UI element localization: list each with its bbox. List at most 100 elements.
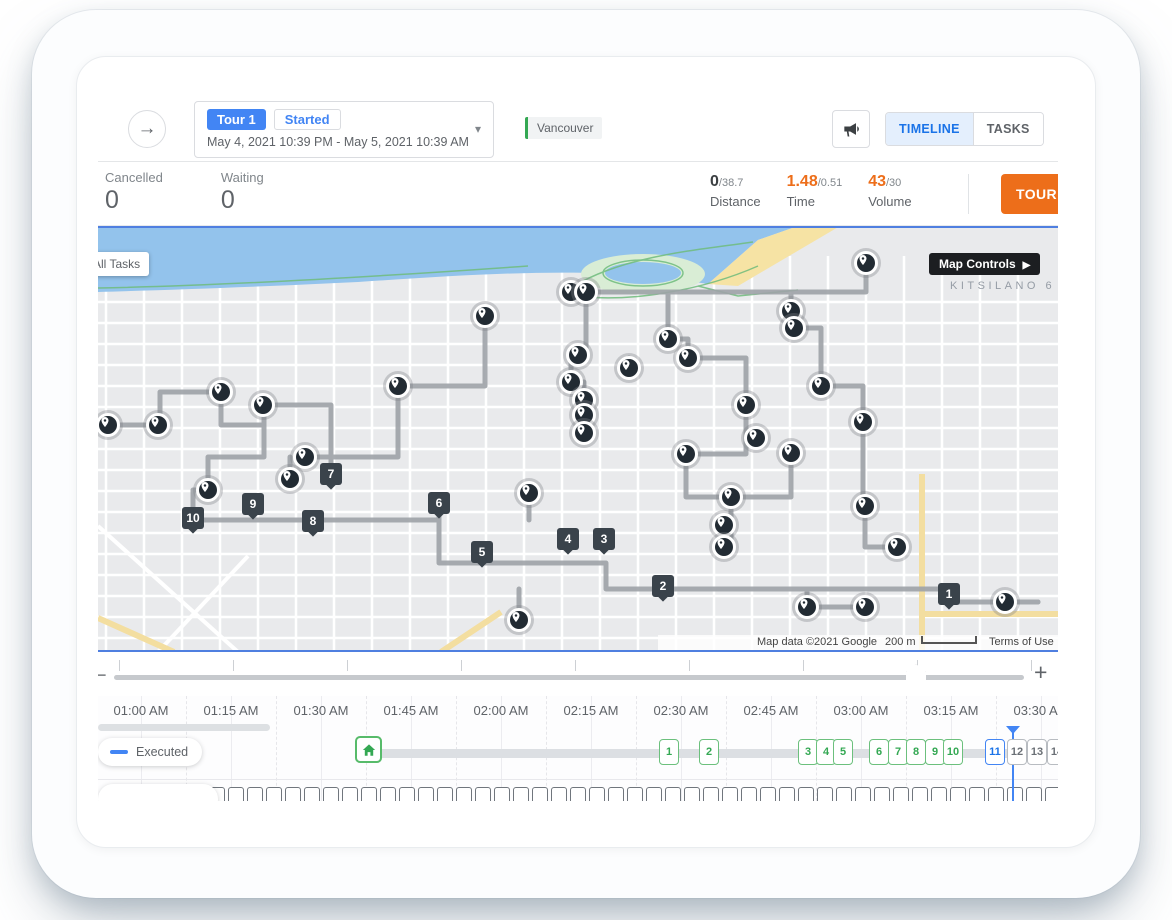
planned-task-box[interactable] bbox=[950, 787, 966, 801]
stop-marker-7[interactable]: 7 bbox=[320, 463, 342, 485]
timeline-stop-3[interactable]: 3 bbox=[798, 739, 818, 765]
planned-task-box[interactable] bbox=[817, 787, 833, 801]
task-marker-pin[interactable] bbox=[719, 485, 743, 509]
planned-task-box[interactable] bbox=[760, 787, 776, 801]
planned-task-box[interactable] bbox=[969, 787, 985, 801]
planned-task-box[interactable] bbox=[1026, 787, 1042, 801]
task-marker-pin[interactable] bbox=[885, 535, 909, 559]
map-canvas[interactable]: All Tasks Map Controls▶ KITSILANO 6 1234… bbox=[98, 226, 1058, 652]
depot-start-marker[interactable] bbox=[355, 736, 382, 763]
timeline-scrollbar[interactable] bbox=[98, 724, 270, 731]
planned-task-box[interactable] bbox=[456, 787, 472, 801]
task-marker-pin[interactable] bbox=[676, 346, 700, 370]
timeline-stop-6[interactable]: 6 bbox=[869, 739, 889, 765]
task-marker-pin[interactable] bbox=[779, 441, 803, 465]
planned-task-box[interactable] bbox=[703, 787, 719, 801]
task-marker-pin[interactable] bbox=[744, 426, 768, 450]
all-tasks-pill[interactable]: All Tasks bbox=[98, 252, 149, 276]
timeline-stop-13[interactable]: 13 bbox=[1027, 739, 1047, 765]
zoom-slider-track[interactable] bbox=[114, 675, 1024, 680]
task-marker-pin[interactable] bbox=[734, 393, 758, 417]
timeline-stop-10[interactable]: 10 bbox=[943, 739, 963, 765]
stop-marker-4[interactable]: 4 bbox=[557, 528, 579, 550]
planned-task-box[interactable] bbox=[741, 787, 757, 801]
task-marker-pin[interactable] bbox=[574, 280, 598, 304]
planned-task-box[interactable] bbox=[589, 787, 605, 801]
task-marker-pin[interactable] bbox=[386, 374, 410, 398]
planned-task-box[interactable] bbox=[437, 787, 453, 801]
task-marker-pin[interactable] bbox=[809, 374, 833, 398]
timeline-stop-2[interactable]: 2 bbox=[699, 739, 719, 765]
stop-marker-10[interactable]: 10 bbox=[182, 507, 204, 529]
task-marker-pin[interactable] bbox=[712, 535, 736, 559]
tab-timeline[interactable]: TIMELINE bbox=[886, 113, 973, 145]
tour-action-button[interactable]: TOUR bbox=[1001, 174, 1058, 214]
task-marker-pin[interactable] bbox=[853, 494, 877, 518]
terms-link[interactable]: Terms of Use bbox=[989, 636, 1054, 648]
planned-task-box[interactable] bbox=[874, 787, 890, 801]
task-marker-pin[interactable] bbox=[993, 590, 1017, 614]
planned-task-box[interactable] bbox=[798, 787, 814, 801]
task-marker-pin[interactable] bbox=[146, 413, 170, 437]
task-marker-pin[interactable] bbox=[517, 481, 541, 505]
tour-selector[interactable]: Tour 1 Started May 4, 2021 10:39 PM - Ma… bbox=[194, 101, 494, 158]
task-marker-pin[interactable] bbox=[293, 445, 317, 469]
planned-task-box[interactable] bbox=[551, 787, 567, 801]
planned-task-box[interactable] bbox=[399, 787, 415, 801]
zoom-out-button[interactable]: − bbox=[98, 665, 107, 686]
planned-task-box[interactable] bbox=[361, 787, 377, 801]
tab-tasks[interactable]: TASKS bbox=[973, 113, 1043, 145]
task-marker-pin[interactable] bbox=[853, 595, 877, 619]
planned-task-box[interactable] bbox=[722, 787, 738, 801]
planned-task-box[interactable] bbox=[418, 787, 434, 801]
timeline-stop-8[interactable]: 8 bbox=[906, 739, 926, 765]
planned-task-box[interactable] bbox=[494, 787, 510, 801]
depot-city-tag[interactable]: Vancouver bbox=[525, 117, 602, 139]
task-marker-pin[interactable] bbox=[572, 421, 596, 445]
task-marker-pin[interactable] bbox=[782, 316, 806, 340]
task-marker-pin[interactable] bbox=[196, 478, 220, 502]
stop-marker-8[interactable]: 8 bbox=[302, 510, 324, 532]
planned-task-box[interactable] bbox=[570, 787, 586, 801]
planned-task-box[interactable] bbox=[608, 787, 624, 801]
task-marker-pin[interactable] bbox=[566, 343, 590, 367]
task-marker-pin[interactable] bbox=[712, 513, 736, 537]
timeline-stop-12[interactable]: 12 bbox=[1007, 739, 1027, 765]
planned-task-box[interactable] bbox=[627, 787, 643, 801]
map-controls-button[interactable]: Map Controls▶ bbox=[929, 253, 1040, 275]
planned-task-box[interactable] bbox=[665, 787, 681, 801]
task-marker-pin[interactable] bbox=[507, 608, 531, 632]
back-button[interactable]: → bbox=[128, 110, 166, 148]
task-marker-pin[interactable] bbox=[209, 380, 233, 404]
stop-marker-3[interactable]: 3 bbox=[593, 528, 615, 550]
planned-task-box[interactable] bbox=[342, 787, 358, 801]
stop-marker-5[interactable]: 5 bbox=[471, 541, 493, 563]
timeline-stop-1[interactable]: 1 bbox=[659, 739, 679, 765]
task-marker-pin[interactable] bbox=[795, 595, 819, 619]
task-marker-pin[interactable] bbox=[278, 467, 302, 491]
stop-marker-6[interactable]: 6 bbox=[428, 492, 450, 514]
task-marker-pin[interactable] bbox=[674, 442, 698, 466]
planned-task-box[interactable] bbox=[513, 787, 529, 801]
planned-task-box[interactable] bbox=[684, 787, 700, 801]
task-marker-pin[interactable] bbox=[617, 356, 641, 380]
stop-marker-2[interactable]: 2 bbox=[652, 575, 674, 597]
planned-task-box[interactable] bbox=[912, 787, 928, 801]
planned-task-box[interactable] bbox=[285, 787, 301, 801]
planned-task-box[interactable] bbox=[931, 787, 947, 801]
timeline-stop-14[interactable]: 14 bbox=[1047, 739, 1058, 765]
planned-task-box[interactable] bbox=[855, 787, 871, 801]
task-marker-pin[interactable] bbox=[251, 393, 275, 417]
timeline-stop-5[interactable]: 5 bbox=[833, 739, 853, 765]
planned-task-box[interactable] bbox=[247, 787, 263, 801]
task-marker-pin[interactable] bbox=[656, 327, 680, 351]
timeline-stop-9[interactable]: 9 bbox=[925, 739, 945, 765]
timeline-stop-7[interactable]: 7 bbox=[888, 739, 908, 765]
planned-task-box[interactable] bbox=[323, 787, 339, 801]
planned-task-box[interactable] bbox=[646, 787, 662, 801]
planned-task-box[interactable] bbox=[228, 787, 244, 801]
planned-task-box[interactable] bbox=[836, 787, 852, 801]
timeline-stop-11[interactable]: 11 bbox=[985, 739, 1005, 765]
planned-task-box[interactable] bbox=[1045, 787, 1058, 801]
zoom-slider-handle[interactable] bbox=[906, 664, 926, 691]
